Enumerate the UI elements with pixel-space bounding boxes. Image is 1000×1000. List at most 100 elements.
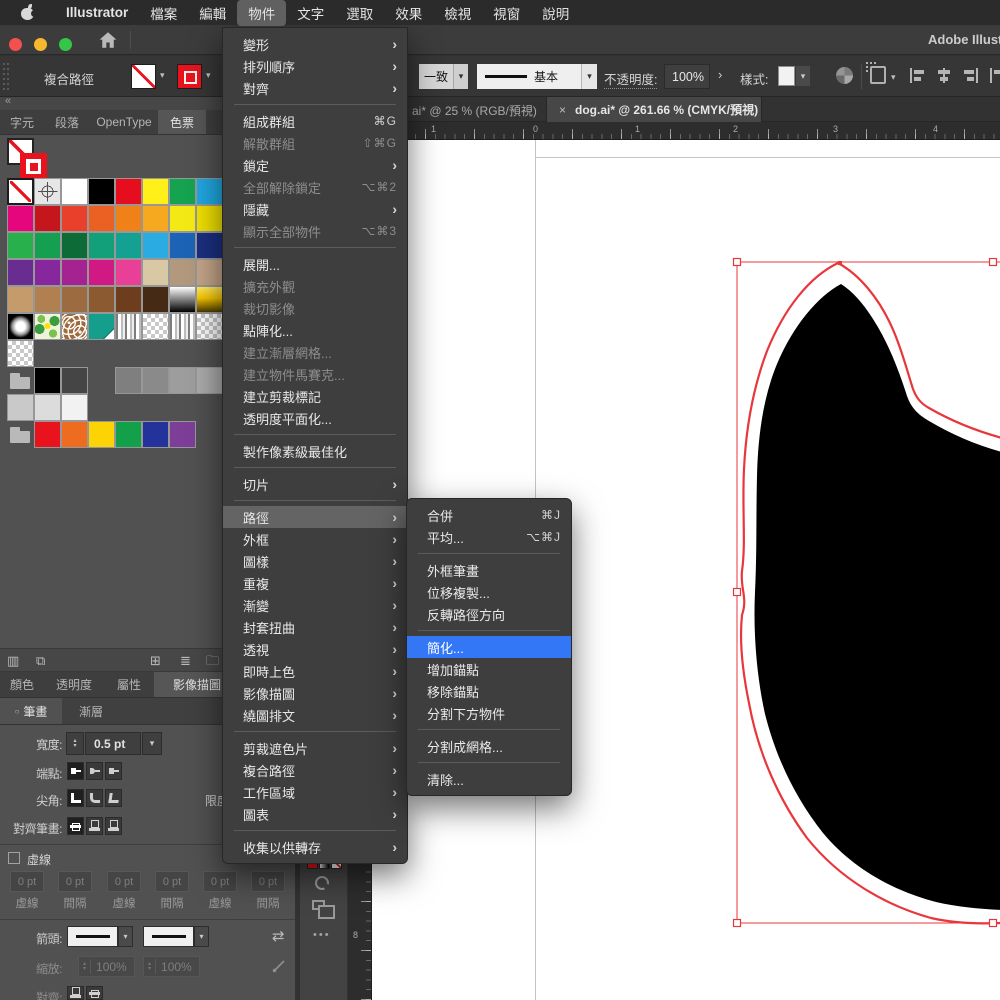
graphic-style-swatch[interactable] [778,66,795,86]
minimize-window-button[interactable] [34,38,47,51]
stroke-width-value[interactable]: 0.5 pt [85,732,141,755]
handle-mid-left[interactable] [734,589,741,596]
swatch[interactable] [61,232,88,259]
swatch[interactable] [34,259,61,286]
menu-item-average[interactable]: 平均...⌥⌘J [407,526,571,548]
menu-item-lock[interactable]: 鎖定› [223,154,407,176]
menu-item-split-into-grid[interactable]: 分割成網格... [407,735,571,757]
arrow-scale-start-field[interactable]: 100% [78,956,135,977]
menubar-window[interactable]: 視窗 [482,0,531,26]
menu-item-arrange[interactable]: 排列順序› [223,55,407,77]
menu-item-outline[interactable]: 外框› [223,528,407,550]
menu-item-slice[interactable]: 切片› [223,473,407,495]
menu-item-unlock-all[interactable]: 全部解除鎖定⌥⌘2 [223,176,407,198]
swatch[interactable] [88,286,115,313]
menu-item-transform[interactable]: 變形› [223,33,407,55]
swatch-libraries-icon[interactable]: ▥ [7,653,19,668]
fill-color-swatch[interactable] [131,64,156,89]
menubar-type[interactable]: 文字 [286,0,335,26]
fill-dropdown-icon[interactable]: ▾ [160,70,165,81]
menubar-object[interactable]: 物件 [237,0,286,26]
dash-field[interactable]: 0 pt [10,871,44,892]
menu-item-reverse-path-direction[interactable]: 反轉路徑方向 [407,603,571,625]
menu-item-artboards[interactable]: 工作區域› [223,781,407,803]
menu-item-create-gradient-mesh[interactable]: 建立漸層網格... [223,341,407,363]
swap-arrowheads-icon[interactable]: ⇄ [272,927,285,945]
menubar-help[interactable]: 說明 [531,0,580,26]
zoom-window-button[interactable] [59,38,72,51]
variable-width-profile[interactable]: 一致 [419,64,453,89]
swatch[interactable] [169,286,196,313]
swatch[interactable] [115,178,142,205]
align-left-icon[interactable] [910,68,927,83]
stroke-dropdown-icon[interactable]: ▾ [206,70,211,81]
brush-definition[interactable]: 基本 [477,64,581,89]
gap-field[interactable]: 0 pt [155,871,189,892]
variable-width-dropdown-icon[interactable]: ▾ [453,64,468,89]
brush-dropdown-icon[interactable]: ▾ [581,64,597,89]
swatch[interactable] [34,367,61,394]
arrow-scale-end-field[interactable]: 100% [143,956,200,977]
align-stroke-inside-button[interactable] [86,817,103,835]
swatch[interactable] [196,367,223,394]
swatch[interactable] [61,286,88,313]
arrowhead-end-dropdown-icon[interactable] [194,926,209,947]
arrowhead-end-dropdown[interactable] [143,926,194,947]
align-top-icon[interactable] [990,68,1000,83]
menu-item-path[interactable]: 路徑› [223,506,407,528]
show-swatch-kinds-icon[interactable]: ⊞ [150,653,161,668]
swatch[interactable] [88,259,115,286]
stroke-width-dropdown-icon[interactable] [142,732,162,755]
menu-item-make-pixel-perfect[interactable]: 製作像素級最佳化 [223,440,407,462]
swatch[interactable] [34,178,61,205]
swatch[interactable] [34,313,61,340]
swatch[interactable] [196,232,223,259]
align-right-icon[interactable] [962,68,979,83]
gap-field[interactable]: 0 pt [251,871,285,892]
cap-round-button[interactable] [86,762,103,780]
swatch[interactable] [88,205,115,232]
swatch[interactable] [7,232,34,259]
swatch[interactable] [61,205,88,232]
swatch[interactable] [169,367,196,394]
handle-bottom-mid[interactable] [990,920,997,927]
arrowhead-start-dropdown-icon[interactable] [118,926,133,947]
swatch-group-folder-icon[interactable] [7,421,34,448]
menu-item-clipping-mask[interactable]: 剪裁遮色片› [223,737,407,759]
swatch[interactable] [169,421,196,448]
handle-top-left[interactable] [734,259,741,266]
gap-field[interactable]: 0 pt [58,871,92,892]
menu-item-create-object-mosaic[interactable]: 建立物件馬賽克... [223,363,407,385]
swatch[interactable] [142,178,169,205]
swatch[interactable] [142,421,169,448]
swatch[interactable] [169,178,196,205]
menu-item-align[interactable]: 對齊› [223,77,407,99]
menu-item-envelope-distort[interactable]: 封套扭曲› [223,616,407,638]
opacity-more-icon[interactable]: › [718,67,722,82]
menu-item-simplify[interactable]: 簡化... [407,636,571,658]
swatch[interactable] [7,205,34,232]
document-setup-dropdown-icon[interactable]: ▾ [891,72,896,83]
tab-attributes[interactable]: 屬性 [104,672,154,697]
swatch-group-folder-icon[interactable] [7,367,34,394]
apple-logo-icon[interactable] [21,5,35,21]
collapse-panel-icon[interactable]: « [5,95,11,107]
swatch[interactable] [34,286,61,313]
menu-item-offset-path[interactable]: 位移複製... [407,581,571,603]
opacity-value-field[interactable]: 100% [664,64,710,89]
menubar-effect[interactable]: 效果 [384,0,433,26]
menu-item-compound-path[interactable]: 複合路徑› [223,759,407,781]
tab-paragraph[interactable]: 段落 [44,110,90,134]
tab-character[interactable]: 字元 [0,110,44,134]
align-stroke-outside-button[interactable] [105,817,122,835]
menu-item-collect-for-export[interactable]: 收集以供轉存› [223,836,407,858]
swatch[interactable] [88,421,115,448]
document-tab-active[interactable]: × dog.ai* @ 261.66 % (CMYK/預視) [546,97,762,122]
menubar-file[interactable]: 檔案 [139,0,188,26]
menu-item-add-anchor-points[interactable]: 增加錨點 [407,658,571,680]
menu-item-show-all[interactable]: 顯示全部物件⌥⌘3 [223,220,407,242]
swatch[interactable] [142,205,169,232]
menu-item-graph[interactable]: 圖表› [223,803,407,825]
tab-opentype[interactable]: OpenType [90,110,158,134]
menu-item-join[interactable]: 合併⌘J [407,504,571,526]
